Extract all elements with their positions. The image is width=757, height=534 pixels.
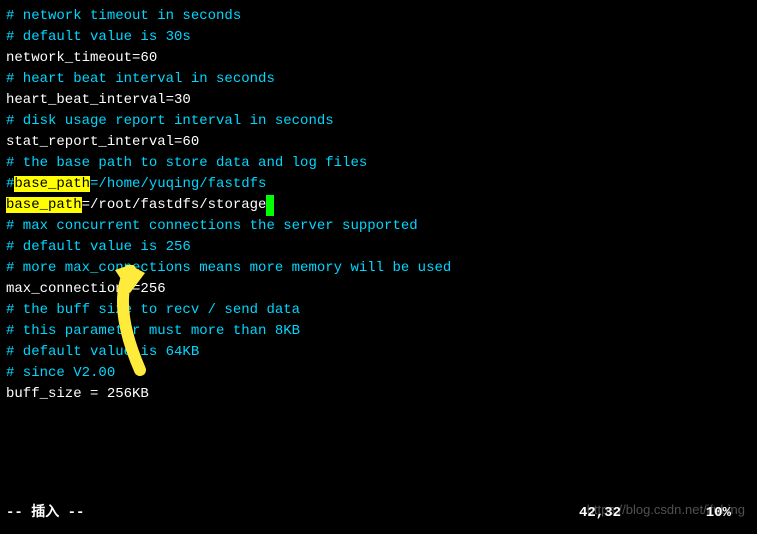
code-line: # since V2.00	[6, 363, 751, 384]
code-line: #base_path=/home/yuqing/fastdfs	[6, 174, 751, 195]
highlight-match: base_path	[14, 176, 90, 192]
vim-mode: -- 插入 --	[6, 503, 84, 524]
code-line: # max concurrent connections the server …	[6, 216, 751, 237]
code-line: # disk usage report interval in seconds	[6, 111, 751, 132]
code-line: # the base path to store data and log fi…	[6, 153, 751, 174]
highlight-match: base_path	[6, 197, 82, 213]
code-line: heart_beat_interval=30	[6, 90, 751, 111]
code-line: stat_report_interval=60	[6, 132, 751, 153]
code-line: base_path=/root/fastdfs/storage	[6, 195, 751, 216]
code-line: buff_size = 256KB	[6, 384, 751, 405]
scroll-percent: 10%	[706, 503, 731, 524]
vim-status-line: -- 插入 -- 42,32 10%	[6, 503, 751, 524]
code-line: # heart beat interval in seconds	[6, 69, 751, 90]
code-line: # default value is 30s	[6, 27, 751, 48]
code-line: max_connections=256	[6, 279, 751, 300]
code-line: # the buff size to recv / send data	[6, 300, 751, 321]
code-line: # default value is 64KB	[6, 342, 751, 363]
code-line: # this parameter must more than 8KB	[6, 321, 751, 342]
code-line: network_timeout=60	[6, 48, 751, 69]
code-line: # default value is 256	[6, 237, 751, 258]
cursor	[266, 195, 274, 216]
cursor-position: 42,32	[579, 503, 621, 524]
editor-content[interactable]: # network timeout in seconds # default v…	[6, 6, 751, 405]
code-line: # more max_connections means more memory…	[6, 258, 751, 279]
code-line: # network timeout in seconds	[6, 6, 751, 27]
